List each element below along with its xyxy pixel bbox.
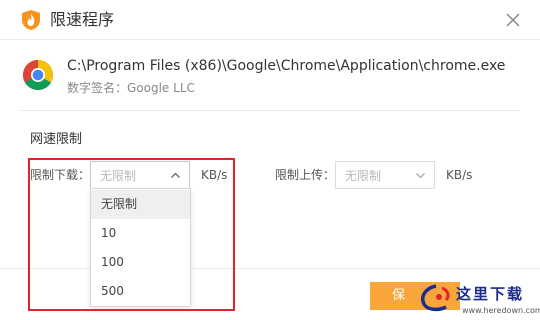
shield-flame-icon [22,10,40,30]
watermark-text: 这里下载 [456,285,525,303]
dropdown-option-500[interactable]: 500 [91,277,190,306]
section-title: 网速限制 [30,132,83,147]
download-limit-label: 限制下载： [30,168,91,182]
close-icon[interactable] [504,11,522,29]
app-info: C:\Program Files (x86)\Google\Chrome\App… [0,40,540,112]
dropdown-option-100[interactable]: 100 [91,248,190,277]
download-unit: KB/s [201,168,228,182]
chrome-logo-icon [22,59,54,91]
divider [20,110,520,111]
upload-unit: KB/s [446,168,473,182]
footer-divider [0,268,540,269]
download-limit-value: 无限制 [100,169,137,183]
app-path: C:\Program Files (x86)\Google\Chrome\App… [67,58,506,74]
upload-limit-select[interactable]: 无限制 [335,161,435,189]
window-title: 限速程序 [50,10,115,29]
download-limit-dropdown: 无限制 10 100 500 [90,188,191,307]
upload-limit-value: 无限制 [345,169,382,183]
chevron-up-icon [171,172,180,178]
chevron-down-icon [416,173,425,179]
digital-signature: 数字签名：Google LLC [67,81,195,95]
upload-limit-label: 限制上传： [275,168,336,182]
watermark-url: www.heredown.com [462,306,540,315]
download-limit-select[interactable]: 无限制 [90,161,190,189]
dropdown-option-10[interactable]: 10 [91,219,190,248]
title-bar: 限速程序 [0,0,540,40]
dropdown-option-unlimited[interactable]: 无限制 [91,190,190,219]
